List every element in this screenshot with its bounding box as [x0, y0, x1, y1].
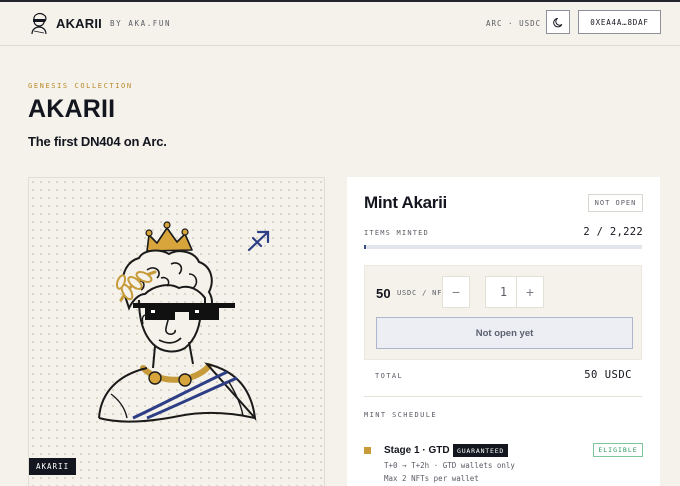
items-minted-label: ITEMS MINTED [364, 229, 429, 237]
stage-marker [364, 447, 371, 454]
mint-button[interactable]: Not open yet [376, 317, 633, 349]
mint-progress-bar [364, 245, 642, 249]
stage-type-badge: GUARANTEED [453, 444, 509, 457]
mint-card: Mint Akarii NOT OPEN ITEMS MINTED 2 / 2,… [347, 177, 660, 486]
price-value: 50 [376, 286, 391, 301]
wallet-address-button[interactable]: 0XEA4A…8DAF [578, 10, 661, 34]
top-nav: AKARII BY AKA.FUN ARC · USDC 0XEA4A…8DAF [0, 2, 680, 46]
stage-name: Stage 1 · GTD [384, 445, 450, 456]
price-unit: USDC / NFT [397, 289, 448, 297]
collection-eyebrow: GENESIS COLLECTION [28, 82, 133, 90]
decrement-button[interactable]: − [442, 276, 470, 308]
mint-title: Mint Akarii [364, 193, 447, 212]
mint-status-badge: NOT OPEN [588, 194, 643, 212]
crown-icon [145, 221, 193, 252]
total-label: TOTAL [375, 372, 404, 380]
eligibility-badge: ELIGIBLE [593, 443, 643, 457]
artwork-tag: AKARII [29, 458, 77, 475]
brand-name[interactable]: AKARII [56, 16, 102, 31]
moon-icon [552, 17, 562, 27]
stage-limit: Max 2 NFTs per wallet [384, 474, 479, 483]
increment-button[interactable]: + [516, 276, 544, 308]
akarii-artwork [98, 221, 270, 423]
artwork-panel: AKARII [28, 177, 325, 486]
brand-byline: BY AKA.FUN [110, 19, 172, 28]
mint-controls: 50 USDC / NFT − + Not open yet [364, 265, 642, 360]
items-minted-count: 2 / 2,222 [583, 226, 643, 238]
page-subtitle: The first DN404 on Arc. [28, 134, 167, 149]
mint-progress-fill [364, 245, 366, 249]
theme-toggle-button[interactable] [546, 10, 570, 34]
sagittarius-icon [247, 230, 270, 252]
total-value: 50 USDC [584, 369, 632, 381]
mint-schedule-label: MINT SCHEDULE [364, 411, 437, 419]
network-label: ARC · USDC [486, 19, 542, 28]
page-title: AKARII [28, 95, 116, 123]
stage-timing: T+0 → T+2h · GTD wallets only [384, 461, 515, 470]
section-divider [364, 396, 642, 397]
akarii-logo-icon[interactable] [28, 11, 50, 35]
